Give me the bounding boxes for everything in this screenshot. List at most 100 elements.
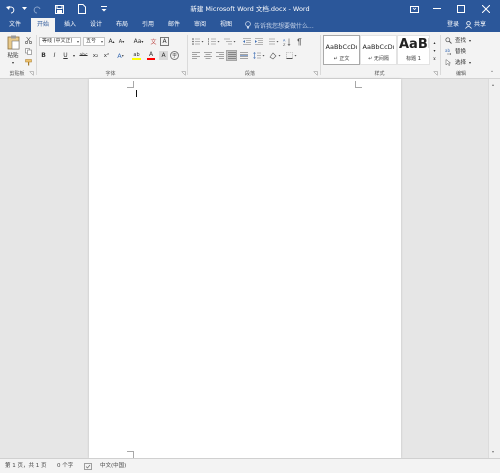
superscript-button[interactable]: x² [102,51,111,60]
proofing-icon[interactable] [84,459,92,473]
borders-button[interactable] [285,51,299,60]
align-left-button[interactable] [191,51,201,60]
document-canvas [0,79,488,458]
show-formatting-marks-button[interactable] [294,37,304,46]
underline-dropdown-icon[interactable]: ▾ [71,51,77,60]
paste-button[interactable]: 粘贴 ▾ [4,35,22,65]
title-bar: 新建 Microsoft Word 文档.docx - Word [0,0,500,18]
shrink-font-button[interactable]: A ▾ [117,37,126,46]
font-color-swatch [147,58,155,60]
ribbon-display-options-icon[interactable] [405,0,423,18]
increase-indent-button[interactable] [254,37,264,46]
character-border-button[interactable]: A [160,37,169,46]
scroll-down-arrow-icon[interactable]: ▾ [492,449,494,454]
undo-dropdown-icon[interactable] [17,0,31,18]
italic-button[interactable]: I [50,51,59,60]
font-size-dropdown-icon: ▾ [100,39,103,44]
redo-icon[interactable] [30,0,44,18]
share-label: 共享 [474,21,487,28]
tab-design[interactable]: 设计 [84,18,108,32]
scroll-up-icon: ▴ [433,39,436,45]
minimize-icon[interactable] [428,0,446,18]
distributed-button[interactable] [239,51,249,60]
sign-in-link[interactable]: 登录 [447,18,459,32]
cut-icon[interactable] [24,36,33,45]
style-no-spacing[interactable]: AaBbCcDı ↵ 无间隔 [360,35,397,65]
document-title: 新建 Microsoft Word 文档.docx - Word [190,5,310,13]
editing-group-label: 编辑 [455,71,466,77]
strikethrough-button[interactable]: abc [78,51,89,60]
svg-text:ab: ab [445,48,450,53]
font-color-label: A [148,51,154,58]
share-button[interactable]: 共享 [465,18,486,32]
close-icon[interactable] [477,0,495,18]
highlight-button[interactable]: ab [130,51,143,60]
numbering-button[interactable] [207,37,221,46]
clipboard-launcher-icon[interactable] [29,71,34,76]
sort-button[interactable]: AZ [282,37,292,46]
new-document-icon[interactable] [75,0,89,18]
bullets-button[interactable] [191,37,205,46]
chinese-layout-button[interactable] [268,37,280,46]
find-button[interactable]: 查找 ▾ [445,35,471,45]
tab-view[interactable]: 视图 [214,18,238,32]
font-launcher-icon[interactable] [181,71,186,76]
justify-button[interactable] [226,50,237,61]
maximize-icon[interactable] [452,0,470,18]
word-count[interactable]: 0 个字 [57,459,73,473]
tab-mailings[interactable]: 邮件 [162,18,186,32]
tell-me-box[interactable]: 告诉我您想要做什么... [245,18,314,32]
multilevel-list-button[interactable] [223,37,237,46]
phonetic-guide-label: 文 [150,39,157,46]
lightbulb-icon [245,21,251,29]
tab-insert[interactable]: 插入 [58,18,82,32]
language-indicator[interactable]: 中文(中国) [100,459,126,473]
collapse-ribbon-icon[interactable]: ˄ [488,70,496,77]
scroll-up-arrow-icon[interactable]: ▴ [492,82,494,87]
underline-button[interactable]: U [61,51,70,60]
select-button[interactable]: 选择 ▾ [445,57,471,67]
clear-formatting-button[interactable]: 文 [149,37,158,46]
paragraph-launcher-icon[interactable] [313,71,318,76]
style-heading-1-sample: AaBl [399,37,429,52]
character-shading-button[interactable]: A [159,51,168,60]
bold-button[interactable]: B [39,51,48,60]
customize-toolbar-icon[interactable] [97,0,111,18]
style-normal-name: ↵ 正文 [333,56,350,62]
undo-icon[interactable] [4,0,18,18]
grow-font-button[interactable]: A ▴ [107,37,116,46]
style-normal[interactable]: AaBbCcDı ↵ 正文 [323,35,360,65]
copy-icon[interactable] [24,47,33,56]
font-color-button[interactable]: A [145,51,157,60]
paste-label: 粘贴 [7,53,19,59]
tab-home[interactable]: 开始 [31,18,55,32]
document-page[interactable] [89,79,401,458]
tab-file[interactable]: 文件 [3,18,27,32]
styles-gallery-scroll[interactable]: ▴ ▾ ⊻ [431,35,438,65]
font-size-combo[interactable]: 五号 ▾ [83,37,105,46]
group-divider [187,35,188,75]
tab-references[interactable]: 引用 [136,18,160,32]
styles-launcher-icon[interactable] [433,71,438,76]
format-painter-icon[interactable] [24,58,33,67]
save-icon[interactable] [52,0,66,18]
font-name-combo[interactable]: 等线 (中文正) ▾ [39,37,81,46]
style-heading-1-name: 标题 1 [406,56,421,62]
text-effects-button[interactable]: A ▾ [115,51,126,60]
style-heading-1[interactable]: AaBl 标题 1 [397,35,430,65]
find-icon [445,36,452,44]
subscript-button[interactable]: x₂ [91,51,100,60]
line-spacing-button[interactable] [252,51,266,60]
enclose-characters-button[interactable]: 字 [170,51,179,60]
tab-layout[interactable]: 布局 [110,18,134,32]
decrease-indent-button[interactable] [242,37,252,46]
align-right-button[interactable] [215,51,225,60]
align-center-button[interactable] [203,51,213,60]
font-size-value: 五号 [86,38,97,44]
tab-review[interactable]: 审阅 [188,18,212,32]
vertical-scrollbar[interactable]: ▴ ▾ [488,79,500,458]
change-case-button[interactable]: Aa ▾ [132,37,145,46]
shading-button[interactable] [268,51,282,60]
replace-button[interactable]: ab 替换 [445,46,466,56]
page-count[interactable]: 第 1 页，共 1 页 [5,459,47,473]
